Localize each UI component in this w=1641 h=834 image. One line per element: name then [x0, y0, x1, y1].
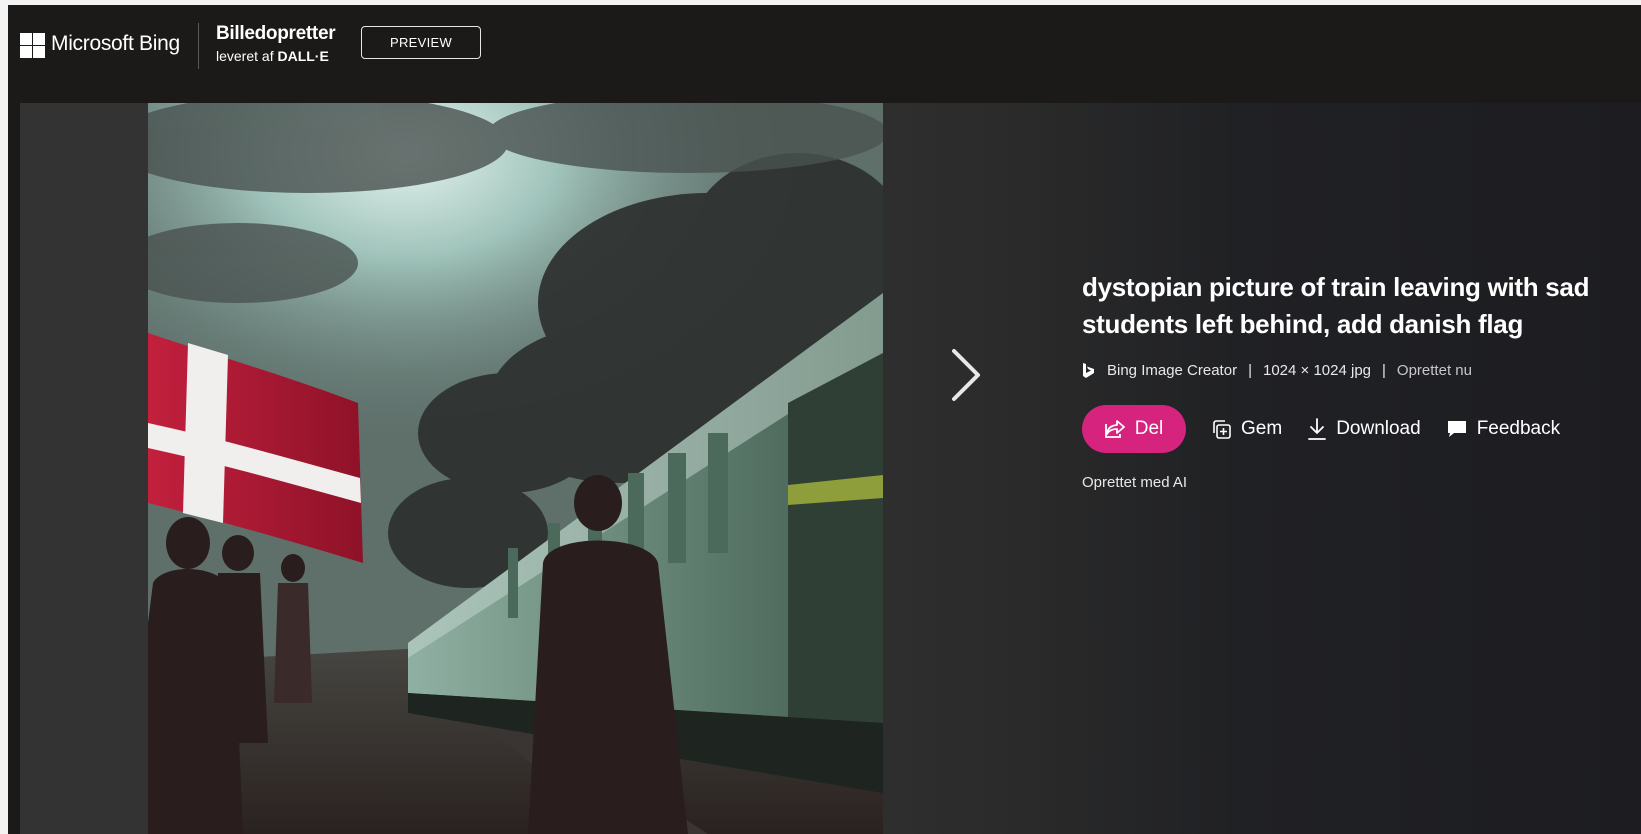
- prompt-line-1: dystopian picture of train leaving with …: [1082, 272, 1590, 302]
- header: Microsoft Bing Billedopretter leveret af…: [8, 5, 1641, 90]
- share-icon: [1104, 420, 1125, 438]
- feedback-label: Feedback: [1476, 418, 1561, 439]
- header-divider: [198, 23, 199, 69]
- created-time: Oprettet nu: [1396, 362, 1472, 379]
- preview-button[interactable]: PREVIEW: [361, 26, 481, 59]
- microsoft-logo-icon[interactable]: [20, 33, 45, 58]
- download-label: Download: [1336, 418, 1421, 439]
- save-label: Gem: [1241, 418, 1283, 439]
- product-title[interactable]: Billedopretter: [216, 23, 336, 45]
- feedback-button[interactable]: Feedback: [1446, 418, 1560, 440]
- separator: |: [1248, 362, 1252, 379]
- bing-b-icon: [1082, 362, 1095, 379]
- share-label: Del: [1134, 418, 1164, 439]
- feedback-icon: [1446, 419, 1468, 439]
- app-window: Microsoft Bing Billedopretter leveret af…: [8, 5, 1641, 834]
- share-button[interactable]: Del: [1082, 405, 1186, 453]
- download-button[interactable]: Download: [1307, 417, 1421, 441]
- separator: |: [1382, 362, 1386, 379]
- action-bar: Del Gem Download Feedback: [1082, 405, 1560, 453]
- brand-name[interactable]: Microsoft Bing: [51, 32, 180, 56]
- download-icon: [1307, 417, 1327, 441]
- image-prompt-title: dystopian picture of train leaving with …: [1082, 269, 1641, 343]
- generated-image[interactable]: [148, 103, 883, 834]
- product-subtitle-prefix: leveret af: [216, 48, 274, 64]
- product-subtitle-model: DALL·E: [277, 48, 329, 64]
- image-viewer: [20, 103, 1641, 834]
- prompt-line-2: students left behind, add danish flag: [1082, 309, 1524, 339]
- generated-image-illustration: [148, 103, 883, 834]
- created-with-ai-label: Oprettet med AI: [1082, 474, 1188, 491]
- next-image-chevron-right-icon[interactable]: [946, 345, 986, 405]
- image-dimensions: 1024 × 1024 jpg: [1262, 362, 1372, 379]
- details-panel: [1030, 103, 1641, 834]
- save-collection-icon: [1211, 419, 1232, 440]
- source-label: Bing Image Creator: [1107, 362, 1238, 379]
- image-metadata: Bing Image Creator | 1024 × 1024 jpg | O…: [1082, 362, 1472, 379]
- viewer-left-margin: [20, 103, 148, 834]
- product-subtitle: leveret af DALL·E: [216, 48, 329, 64]
- save-button[interactable]: Gem: [1211, 418, 1282, 440]
